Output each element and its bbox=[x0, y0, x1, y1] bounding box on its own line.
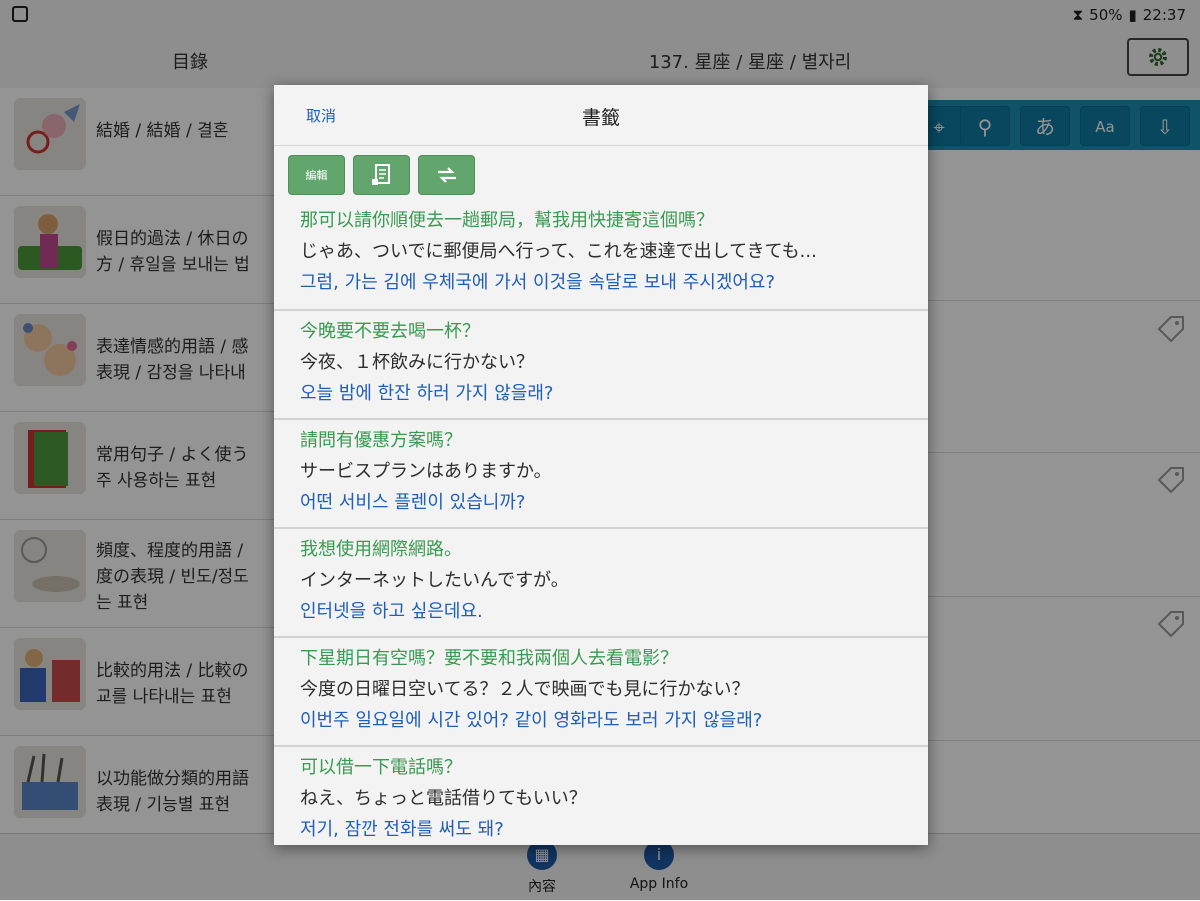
dialog-title: 書籤 bbox=[581, 107, 620, 129]
entry-korean: 어떤 서비스 플렌이 있습니까? bbox=[300, 492, 526, 513]
bookmark-entry[interactable]: 那可以請你順便去一趟郵局，幫我用快捷寄這個嗎？ じゃあ、ついでに郵便局へ行って、… bbox=[274, 200, 928, 309]
entry-japanese: ねえ、ちょっと電話借りてもいい？ bbox=[300, 788, 587, 809]
bookmark-entry[interactable]: 可以借一下電話嗎？ ねえ、ちょっと電話借りてもいい？ 저기, 잠깐 전화를 써도… bbox=[274, 745, 928, 845]
entry-japanese: 今夜、１杯飲みに行かない？ bbox=[300, 352, 534, 373]
swap-icon bbox=[437, 167, 456, 183]
bookmark-dialog: 取消 書籤 編輯 那可以請你順便去一趟郵局，幫我用快捷寄這個嗎？ じゃあ、ついで… bbox=[274, 85, 928, 845]
entry-chinese: 請問有優惠方案嗎？ bbox=[300, 430, 462, 451]
entry-chinese: 下星期日有空嗎？要不要和我兩個人去看電影？ bbox=[300, 648, 678, 669]
entry-korean: 인터넷을 하고 싶은데요. bbox=[300, 601, 483, 622]
entry-korean: 그럼, 가는 김에 우체국에 가서 이것을 속달로 보내 주시겠어요? bbox=[300, 272, 776, 293]
dialog-actions: 編輯 bbox=[288, 155, 475, 197]
entry-japanese: 今度の日曜日空いてる？２人で映画でも見に行かない？ bbox=[300, 679, 750, 700]
entry-chinese: 今晚要不要去喝一杯？ bbox=[300, 321, 480, 342]
entry-japanese: じゃあ、ついでに郵便局へ行って、これを速達で出してきても... bbox=[300, 241, 817, 262]
bookmark-entry[interactable]: 今晚要不要去喝一杯？ 今夜、１杯飲みに行かない？ 오늘 밤에 한잔 하러 가지 … bbox=[274, 309, 928, 418]
bookmark-entry[interactable]: 我想使用網際網路。 インターネットしたいんですが。 인터넷을 하고 싶은데요. bbox=[274, 527, 928, 636]
swap-button[interactable] bbox=[418, 155, 475, 195]
export-button[interactable] bbox=[353, 155, 410, 195]
document-icon bbox=[371, 164, 390, 185]
bookmark-list: 那可以請你順便去一趟郵局，幫我用快捷寄這個嗎？ じゃあ、ついでに郵便局へ行って、… bbox=[274, 200, 928, 845]
edit-label: 編輯 bbox=[305, 169, 328, 182]
entry-korean: 오늘 밤에 한잔 하러 가지 않을래? bbox=[300, 383, 554, 404]
entry-japanese: インターネットしたいんですが。 bbox=[300, 570, 569, 591]
entry-chinese: 那可以請你順便去一趟郵局，幫我用快捷寄這個嗎？ bbox=[300, 210, 714, 231]
entry-chinese: 可以借一下電話嗎？ bbox=[300, 757, 462, 778]
entry-korean: 이번주 일요일에 시간 있어? 같이 영화라도 보러 가지 않을래? bbox=[300, 710, 763, 731]
bookmark-entry[interactable]: 請問有優惠方案嗎？ サービスプランはありますか。 어떤 서비스 플렌이 있습니까… bbox=[274, 418, 928, 527]
dialog-header: 取消 書籤 bbox=[274, 85, 928, 146]
edit-button[interactable]: 編輯 bbox=[288, 155, 345, 195]
bookmark-entry[interactable]: 下星期日有空嗎？要不要和我兩個人去看電影？ 今度の日曜日空いてる？２人で映画でも… bbox=[274, 636, 928, 745]
entry-chinese: 我想使用網際網路。 bbox=[300, 539, 462, 560]
entry-korean: 저기, 잠깐 전화를 써도 돼? bbox=[300, 819, 504, 840]
entry-japanese: サービスプランはありますか。 bbox=[300, 461, 552, 482]
